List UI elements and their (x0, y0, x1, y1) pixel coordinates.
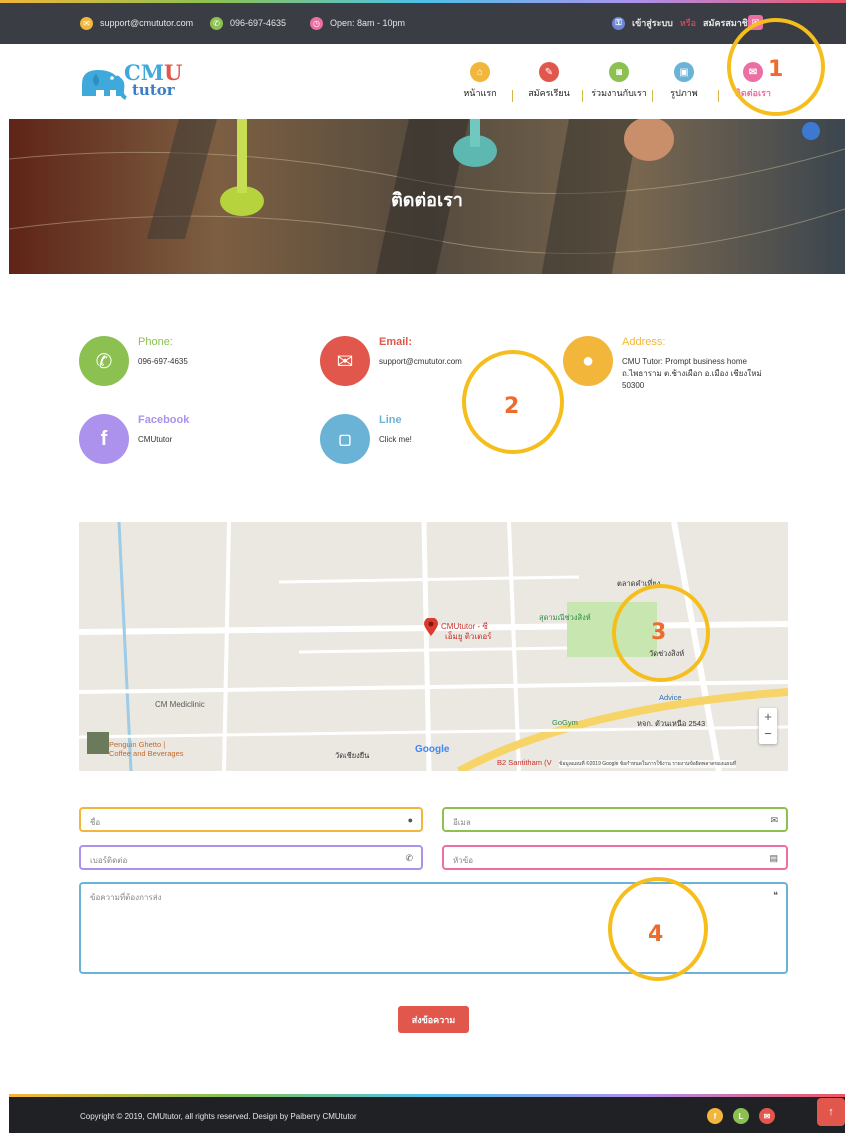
mail-icon: ✉ (80, 16, 93, 30)
phone-placeholder: เบอร์ติดต่อ (90, 856, 128, 865)
site-logo[interactable]: CMU tutor (76, 60, 186, 104)
phone-field[interactable]: เบอร์ติดต่อ ✆ (79, 845, 423, 870)
nav-gallery[interactable]: ▣ รูปภาพ (664, 60, 704, 104)
topbar-hours: ◷ Open: 8am - 10pm (310, 16, 405, 30)
annotation-number-2: 2 (504, 394, 520, 419)
camera-icon: ◙ (609, 62, 629, 82)
map-label: GoGym (552, 718, 578, 727)
contact-address-title: Address: (622, 336, 666, 348)
top-color-stripe (0, 0, 846, 3)
image-icon: ▣ (674, 62, 694, 82)
copyright-text: Copyright © 2019, CMUtutor, all rights r… (80, 1112, 357, 1121)
map-label: Coffee and Beverages (109, 749, 184, 758)
address-line-1: CMU Tutor: Prompt business home (622, 357, 747, 366)
contact-address: ● Address: CMU Tutor: Prompt business ho… (563, 336, 803, 406)
annotation-number-4: 4 (648, 922, 664, 947)
name-placeholder: ชื่อ (90, 818, 101, 827)
topbar-hours-text: Open: 8am - 10pm (330, 18, 406, 28)
map-pin-label-2: เอ็มยู ติวเตอร์ (445, 632, 492, 641)
nav-join-us[interactable]: ◙ ร่วมงานกับเรา (588, 60, 650, 104)
nav-gallery-label: รูปภาพ (670, 88, 698, 98)
nav-divider (512, 90, 513, 102)
contact-line-title: Line (379, 414, 402, 426)
topbar-email-text: support@cmututor.com (100, 18, 194, 28)
name-field[interactable]: ชื่อ ● (79, 807, 423, 832)
contact-facebook-value: CMUtutor (138, 435, 173, 444)
footer-mail-icon[interactable]: ✉ (759, 1108, 775, 1124)
footer-facebook-icon[interactable]: f (707, 1108, 723, 1124)
subject-placeholder: หัวข้อ (453, 856, 474, 865)
zoom-out-button[interactable]: − (759, 726, 777, 744)
nav-join-us-label: ร่วมงานกับเรา (591, 88, 647, 98)
email-placeholder: อีเมล (453, 818, 471, 827)
nav-divider (582, 90, 583, 102)
envelope-icon: ✉ (770, 815, 778, 825)
annotation-number-1: 1 (768, 57, 784, 82)
map-label: CM Mediclinic (155, 700, 205, 709)
map-label: หจก. ตัวนเหนือ 2543 (637, 719, 706, 728)
nav-home-label: หน้าแรก (463, 88, 497, 98)
topbar-account: ⚿ เข้าสู่ระบบ หรือ สมัครสมาชิก (612, 16, 753, 30)
topbar-phone[interactable]: ✆ 096-697-4635 (210, 16, 286, 30)
contact-phone[interactable]: ✆ Phone: 096-697-4635 (79, 336, 279, 396)
map-pin[interactable] (424, 617, 438, 636)
nav-enroll[interactable]: ✎ สมัครเรียน (522, 60, 576, 104)
subject-field[interactable]: หัวข้อ ▤ (442, 845, 788, 870)
contact-email-value: support@cmututor.com (379, 357, 462, 366)
nav-divider (718, 90, 719, 102)
topbar-email[interactable]: ✉ support@cmututor.com (80, 16, 193, 30)
contact-email-title: Email: (379, 336, 413, 348)
phone-icon: ✆ (405, 853, 413, 863)
phone-icon: ✆ (79, 336, 129, 386)
contact-facebook[interactable]: f Facebook CMUtutor (79, 414, 279, 474)
or-text: หรือ (679, 18, 697, 28)
map-label: สุดามณีช่วงสิงห์ (539, 613, 591, 622)
google-logo: Google (415, 744, 450, 755)
lock-icon: ⚿ (612, 16, 625, 30)
nav-home[interactable]: ⌂ หน้าแรก (458, 60, 502, 104)
chat-icon: ❝ (773, 890, 778, 900)
home-icon: ⌂ (470, 62, 490, 82)
zoom-in-button[interactable]: + (759, 708, 777, 726)
phone-icon: ✆ (210, 16, 223, 30)
topbar-phone-text: 096-697-4635 (230, 18, 287, 28)
address-line-3: 50300 (622, 381, 645, 390)
map-zoom-control: + − (759, 708, 777, 744)
hero-banner: ติดต่อเรา (9, 119, 845, 274)
logo-sub-text: tutor (132, 81, 175, 99)
back-to-top-button[interactable]: ↑ (817, 1098, 845, 1126)
nav-enroll-label: สมัครเรียน (528, 88, 570, 98)
contact-phone-value: 096-697-4635 (138, 357, 188, 366)
book-icon: ▤ (769, 853, 778, 863)
map-label: Penguin Ghetto | (109, 740, 166, 749)
map-label: B2 Santitham (V (497, 758, 552, 767)
location-pin-icon: ● (563, 336, 613, 386)
contact-facebook-title: Facebook (138, 414, 190, 426)
facebook-icon: f (79, 414, 129, 464)
contact-line-value: Click me! (379, 435, 412, 444)
clock-icon: ◷ (310, 16, 323, 30)
annotation-number-3: 3 (651, 620, 667, 645)
send-button[interactable]: ส่งข้อความ (398, 1006, 469, 1033)
nav-divider (652, 90, 653, 102)
pencil-icon: ✎ (539, 62, 559, 82)
message-placeholder: ข้อความที่ต้องการส่ง (90, 893, 162, 902)
footer-line-icon[interactable]: L (733, 1108, 749, 1124)
email-field[interactable]: อีเมล ✉ (442, 807, 788, 832)
address-line-2: ถ.ไพธาราม ต.ช้างเผือก อ.เมือง เชียงใหม่ (622, 369, 762, 378)
page-title: ติดต่อเรา (391, 190, 463, 210)
map-pin-icon (424, 617, 438, 636)
map-attribution[interactable]: ข้อมูลแผนที่ ©2019 Google ข้อกำหนดในการใ… (559, 760, 737, 768)
map-label: Advice (659, 693, 682, 702)
map-label: วัดเชียงยืน (335, 751, 370, 760)
mail-icon: ✉ (320, 336, 370, 386)
contact-address-value: CMU Tutor: Prompt business home ถ.ไพธารา… (622, 356, 792, 392)
user-icon: ● (407, 815, 413, 825)
login-link[interactable]: เข้าสู่ระบบ (632, 16, 673, 30)
line-icon: ▢ (320, 414, 370, 464)
contact-phone-title: Phone: (138, 336, 173, 348)
